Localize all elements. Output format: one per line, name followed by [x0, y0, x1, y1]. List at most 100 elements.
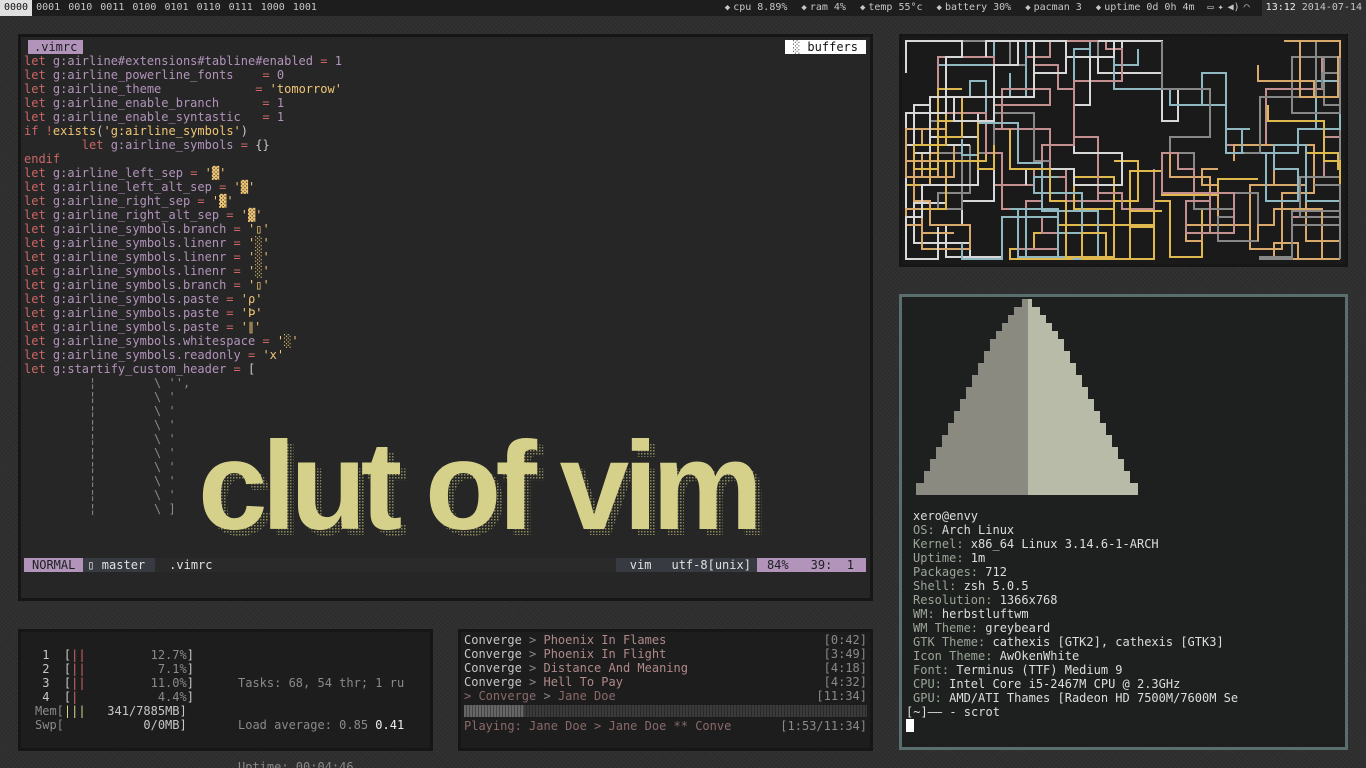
pipes-terminal[interactable]	[899, 34, 1348, 267]
neofetch-value: Intel Core i5-2467M CPU @ 2.3GHz	[949, 677, 1181, 691]
vim-value: '░'	[248, 236, 270, 250]
neofetch-value: herbstluftwm	[941, 607, 1029, 621]
track-separator: >	[536, 689, 558, 703]
vim-value: '▓'	[204, 166, 227, 180]
vim-keyword: if	[24, 124, 39, 138]
track-title: Hell To Pay	[543, 675, 623, 689]
vim-tab-filename[interactable]: .vimrc	[28, 40, 84, 54]
ram-icon: ◆	[801, 3, 807, 13]
pipe-segment	[1267, 105, 1341, 257]
neofetch-value: zsh 5.0.5	[963, 579, 1029, 593]
playback-progress-bar[interactable]	[464, 705, 867, 717]
vim-buffers-label[interactable]: ░ buffers	[784, 40, 866, 54]
wifi-icon[interactable]: ◠	[1244, 0, 1250, 16]
volume-icon[interactable]: ◀)	[1228, 0, 1240, 16]
vim-keyword: let	[24, 362, 46, 376]
neofetch-value: 1m	[970, 551, 986, 565]
htop-mem-meter: Mem[||| 341/7885MB]	[35, 704, 225, 718]
arch-logo-step-left	[990, 339, 1028, 351]
tag-1000[interactable]: 1000	[257, 0, 289, 16]
tag-0011[interactable]: 0011	[96, 0, 128, 16]
htop-meter-value: 0/0MB	[63, 718, 180, 732]
neofetch-terminal[interactable]: xero@envy OS: Arch Linux Kernel: x86_64 L…	[899, 294, 1348, 750]
pipe-segment	[1057, 176, 1234, 258]
vim-variable: g:airline_symbols.whitespace	[45, 334, 256, 348]
tag-0100[interactable]: 0100	[128, 0, 160, 16]
vim-variable: g:airline_symbols.linenr	[45, 264, 227, 278]
clock[interactable]: 13:12 2014-07-14	[1261, 0, 1366, 16]
playlist-row[interactable]: Converge > Distance And Meaning [4:18]	[464, 661, 867, 675]
htop-cpu-bar: ||	[71, 676, 86, 690]
htop-cpu-meter: 1 [|| 12.7%]	[35, 648, 225, 662]
vim-keyword: let	[24, 96, 46, 110]
track-artist: > Converge	[464, 689, 537, 703]
vim-operator: =	[226, 222, 248, 236]
tag-0111[interactable]: 0111	[225, 0, 257, 16]
pin-icon[interactable]: ✦	[1218, 0, 1224, 16]
tag-0010[interactable]: 0010	[64, 0, 96, 16]
status-temp: ◆ temp 55°c	[853, 0, 930, 16]
vim-variable: g:airline_right_sep	[45, 194, 191, 208]
track-artist: Converge	[464, 675, 522, 689]
tag-1001[interactable]: 1001	[289, 0, 321, 16]
tag-0001[interactable]: 0001	[32, 0, 64, 16]
vim-code-line: let g:airline_symbols.linenr = '░'	[24, 236, 866, 250]
vim-operator: =	[313, 54, 335, 68]
arch-logo-step-left	[948, 423, 1028, 435]
neofetch-info-row: CPU: Intel Core i5-2467M CPU @ 2.3GHz	[902, 677, 1345, 691]
ncmpcpp-terminal[interactable]: Converge > Phoenix In Flames [0:42] Conver…	[458, 629, 873, 751]
tag-0101[interactable]: 0101	[160, 0, 192, 16]
vim-percent: 84%	[756, 558, 799, 572]
vim-branch: ▯ master	[87, 558, 146, 572]
arch-logo-step-right	[1028, 435, 1112, 447]
playlist-track: Converge > Hell To Pay	[464, 675, 623, 689]
vim-code-line: let g:airline#extensions#tabline#enabled…	[24, 54, 866, 68]
htop-cpu-bar: ||	[71, 662, 86, 676]
vim-keyword: let	[24, 348, 46, 362]
track-duration: [3:49]	[823, 647, 867, 661]
arch-logo-step-left	[930, 459, 1028, 471]
arch-logo-step-right	[1028, 351, 1070, 363]
track-separator: >	[521, 633, 544, 647]
playlist-row[interactable]: Converge > Phoenix In Flight [3:49]	[464, 647, 867, 661]
vim-keyword: let	[24, 236, 46, 250]
arch-logo-step-right	[1028, 375, 1082, 387]
neofetch-key: Uptime:	[913, 551, 971, 565]
vim-banner-text: clut of vim	[198, 417, 757, 547]
vim-value: '░'	[248, 264, 270, 278]
track-duration: [4:18]	[823, 661, 867, 675]
vim-window[interactable]: .vimrc ░ buffers let g:airline#extension…	[18, 34, 873, 601]
pipe-segment	[930, 40, 1027, 114]
neofetch-key: Resolution:	[913, 593, 1000, 607]
neofetch-value: Terminus (TTF) Medium 9	[956, 663, 1123, 677]
vim-encoding: utf-8[unix]	[671, 558, 751, 572]
vim-operator: =	[226, 278, 248, 292]
htop-cpu-meter: 2 [|| 7.1%]	[35, 662, 225, 676]
neofetch-value: AwOkenWhite	[999, 649, 1080, 663]
status-ram: ◆ ram 4%	[794, 0, 853, 16]
clock-date: 2014-07-14	[1301, 2, 1362, 13]
vim-code-line: let g:airline_left_alt_sep = '▓'	[24, 180, 866, 194]
htop-cpu-pct: 12.7%	[85, 648, 187, 662]
playlist-track: Converge > Phoenix In Flight	[464, 647, 666, 661]
playlist-row[interactable]: Converge > Phoenix In Flames [0:42]	[464, 633, 867, 647]
vim-filetype: vim	[629, 558, 652, 572]
vim-operator: =	[255, 96, 277, 110]
status-pacman: ◆ pacman 3	[1018, 0, 1089, 16]
vim-keyword: let	[24, 82, 46, 96]
playlist-row[interactable]: Converge > Hell To Pay [4:32]	[464, 675, 867, 689]
vim-value: 1	[276, 96, 285, 110]
htop-terminal[interactable]: 1 [|| 12.7%] 2 [|| 7.1%] 3 [|| 11.0%] 4 …	[18, 629, 433, 768]
htop-load: Load average: 0.85 0.41	[238, 718, 405, 732]
vim-variable: g:startify_custom_header	[45, 362, 227, 376]
tag-0110[interactable]: 0110	[193, 0, 225, 16]
battery-tray-icon[interactable]: ▭	[1208, 0, 1214, 16]
vim-variable: g:airline_symbols.linenr	[45, 250, 227, 264]
tag-0000[interactable]: 0000	[0, 0, 33, 16]
vim-operator: =	[219, 292, 241, 306]
playlist-row[interactable]: > Converge > Jane Doe [11:34]	[464, 689, 867, 703]
htop-cpu-bar: |	[71, 690, 86, 704]
vim-operator: =	[226, 250, 248, 264]
neofetch-info-row: Packages: 712	[902, 565, 1345, 579]
vim-operator: =	[255, 110, 277, 124]
